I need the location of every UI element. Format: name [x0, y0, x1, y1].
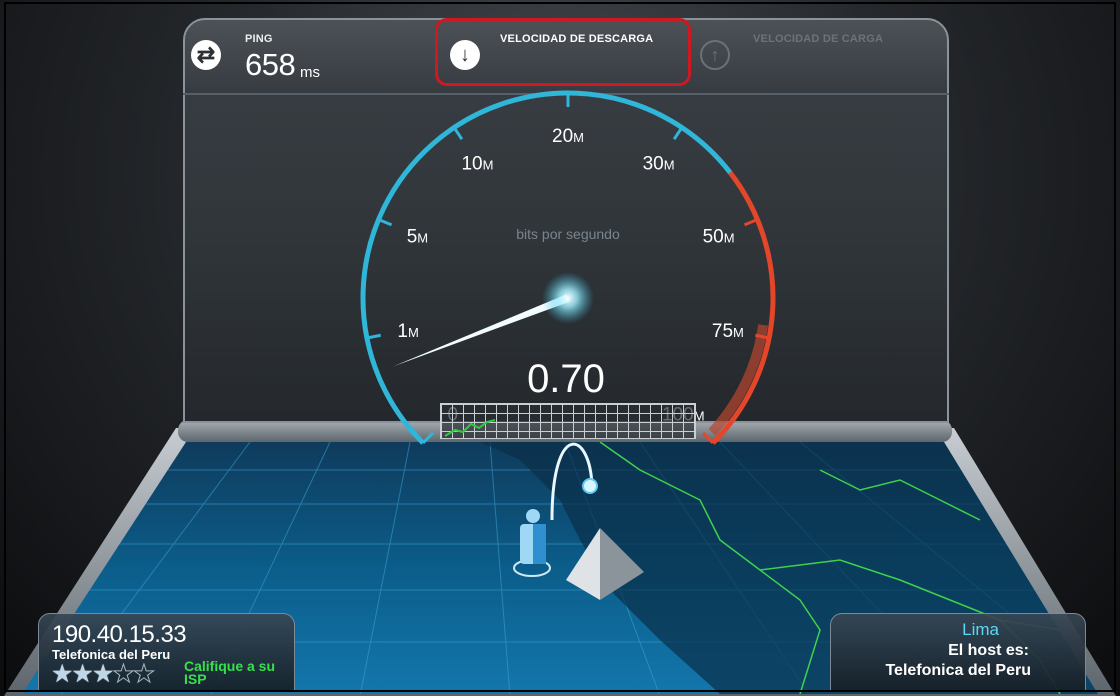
star-icon[interactable]: ★ [92, 660, 114, 688]
gauge-tick-label: 1M [397, 321, 418, 342]
host-name: Telefonica del Peru [885, 662, 1031, 679]
gauge-tick-label: 5M [407, 227, 428, 248]
gauge-tick-label: 30M [643, 153, 675, 174]
gauge-tick [421, 431, 435, 445]
gauge-tick [701, 431, 715, 445]
gauge-tick [452, 126, 464, 141]
client-ip: 190.40.15.33 [52, 621, 187, 648]
gauge-tick-label: 50M [703, 227, 735, 248]
gauge-tick [366, 333, 381, 340]
host-label: El host es: [948, 642, 1029, 659]
star-icon[interactable]: ★ [112, 660, 135, 689]
star-icon[interactable]: ★ [132, 660, 155, 689]
gauge-tick [378, 218, 393, 227]
star-icon[interactable]: ★ [51, 660, 73, 688]
isp-rating-stars[interactable]: ★★★★★ [51, 659, 156, 689]
gauge-tick [672, 126, 684, 141]
server-city: Lima [962, 620, 999, 639]
gauge-tick-label: 20M [552, 126, 584, 147]
gauge-tick-label: 10M [461, 153, 493, 174]
gauge-needle [392, 294, 570, 367]
gauge-arc-high [711, 171, 776, 445]
server-info-box: Lima El host es: Telefonica del Peru [830, 613, 1086, 691]
current-speed-value: 0.70 [527, 357, 605, 401]
gauge-hub [542, 272, 594, 324]
speed-gauge: 01M5M10M20M30M50M75M100M bits por segund… [360, 90, 776, 445]
speed-history-graph [440, 403, 696, 439]
speedtest-app: ⇄ PING 658 ms ↓ VELOCIDAD DE DESCARGA ↑ … [0, 0, 1120, 696]
gauge-tick [743, 218, 758, 227]
gauge-tick-label: 75M [712, 321, 744, 342]
rate-isp-link[interactable]: Califique a su ISP [184, 659, 284, 686]
client-info-box: 190.40.15.33 Telefonica del Peru ★★★★★ C… [38, 613, 295, 691]
star-icon[interactable]: ★ [71, 660, 93, 688]
gauge-units-label: bits por segundo [516, 226, 620, 242]
